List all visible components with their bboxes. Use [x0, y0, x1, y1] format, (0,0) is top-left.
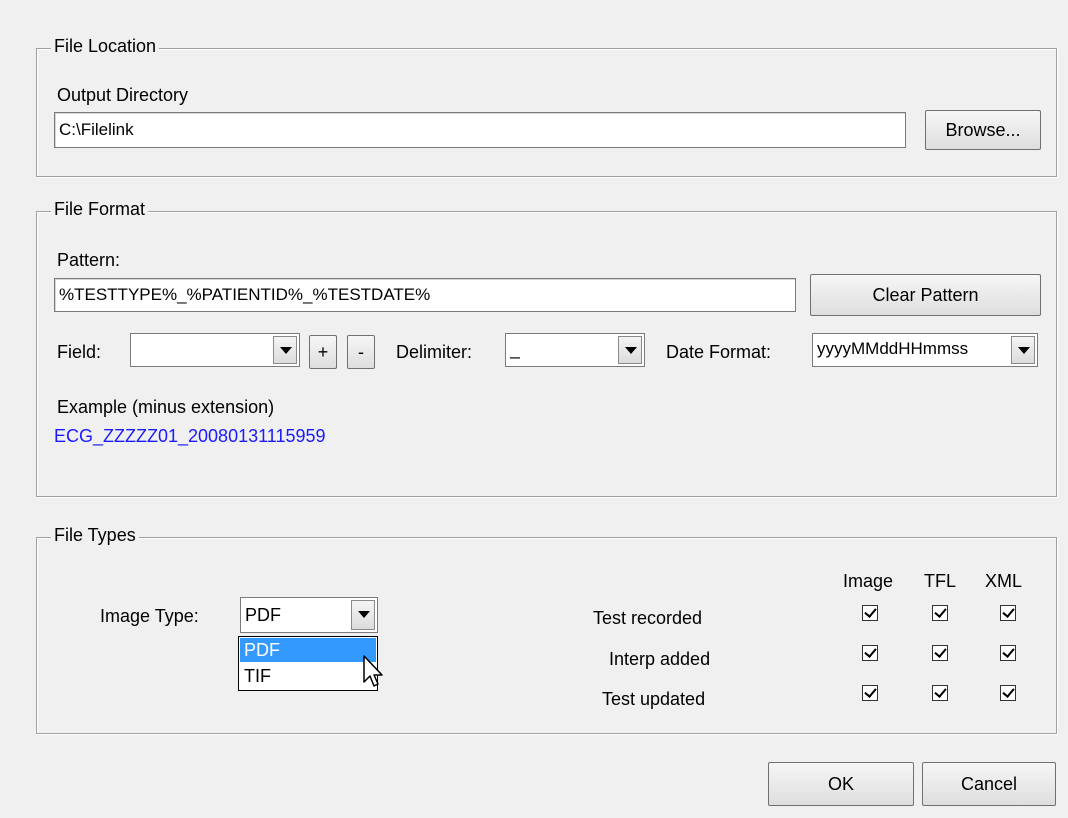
- add-field-button[interactable]: +: [309, 335, 337, 369]
- clear-pattern-button[interactable]: Clear Pattern: [810, 274, 1041, 316]
- dropdown-option-tif[interactable]: TIF: [240, 664, 376, 688]
- cancel-button[interactable]: Cancel: [922, 762, 1056, 806]
- checkbox-interp-added-tfl[interactable]: [932, 645, 948, 661]
- pattern-label: Pattern:: [57, 250, 121, 270]
- example-value: ECG_ZZZZZ01_20080131115959: [54, 426, 326, 446]
- checkbox-test-updated-tfl[interactable]: [932, 685, 948, 701]
- checkbox-test-updated-xml[interactable]: [1000, 685, 1016, 701]
- row-label-test-recorded: Test recorded: [593, 608, 703, 628]
- file-format-legend: File Format: [51, 199, 149, 220]
- browse-button[interactable]: Browse...: [925, 110, 1041, 150]
- delimiter-select[interactable]: _: [505, 333, 645, 367]
- ok-button[interactable]: OK: [768, 762, 914, 806]
- checkbox-interp-added-xml[interactable]: [1000, 645, 1016, 661]
- date-format-select-value: yyyyMMddHHmmss: [817, 339, 969, 358]
- chevron-down-icon[interactable]: [1011, 336, 1035, 364]
- chevron-down-icon[interactable]: [618, 336, 642, 364]
- delimiter-label: Delimiter:: [396, 342, 473, 362]
- mouse-cursor-icon: [363, 655, 383, 687]
- delimiter-select-value: _: [510, 339, 521, 359]
- chevron-down-icon[interactable]: [351, 600, 375, 630]
- field-label: Field:: [57, 342, 102, 362]
- dropdown-option-pdf[interactable]: PDF: [240, 638, 376, 662]
- pattern-input[interactable]: %TESTTYPE%_%PATIENTID%_%TESTDATE%: [54, 278, 796, 312]
- checkbox-test-recorded-image[interactable]: [862, 605, 878, 621]
- date-format-select[interactable]: yyyyMMddHHmmss: [812, 333, 1038, 367]
- example-label: Example (minus extension): [57, 397, 275, 417]
- output-directory-input[interactable]: C:\Filelink: [54, 112, 906, 148]
- file-types-group: File Types: [36, 525, 1057, 734]
- column-header-image: Image: [843, 571, 894, 591]
- output-directory-label: Output Directory: [57, 85, 189, 105]
- remove-field-button[interactable]: -: [347, 335, 375, 369]
- image-type-dropdown-list: PDF TIF: [238, 636, 378, 691]
- row-label-test-updated: Test updated: [602, 689, 706, 709]
- image-type-select-value: PDF: [245, 605, 281, 625]
- file-location-legend: File Location: [51, 36, 160, 57]
- image-type-select[interactable]: PDF: [240, 597, 378, 633]
- field-select[interactable]: [130, 333, 300, 367]
- checkbox-test-updated-image[interactable]: [862, 685, 878, 701]
- date-format-label: Date Format:: [666, 342, 772, 362]
- chevron-down-icon[interactable]: [273, 336, 297, 364]
- file-types-legend: File Types: [51, 525, 139, 546]
- row-label-interp-added: Interp added: [609, 649, 711, 669]
- column-header-tfl: TFL: [924, 571, 957, 591]
- column-header-xml: XML: [985, 571, 1023, 591]
- checkbox-test-recorded-tfl[interactable]: [932, 605, 948, 621]
- checkbox-test-recorded-xml[interactable]: [1000, 605, 1016, 621]
- image-type-label: Image Type:: [100, 606, 199, 626]
- checkbox-interp-added-image[interactable]: [862, 645, 878, 661]
